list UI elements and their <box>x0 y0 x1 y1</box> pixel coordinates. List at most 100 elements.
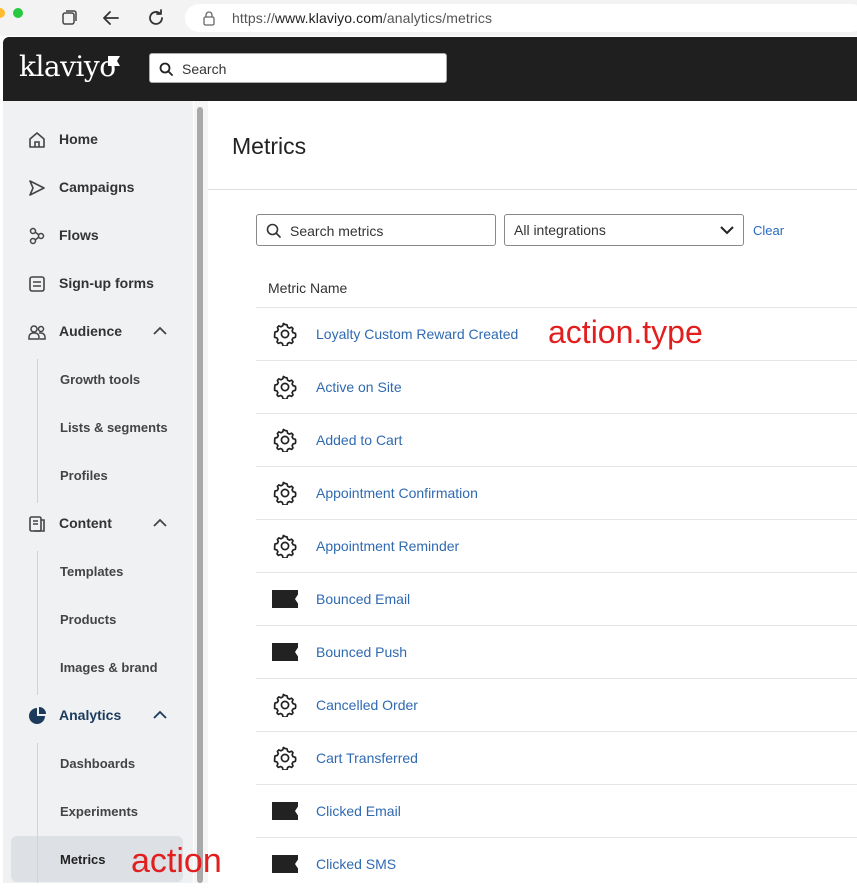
sidebar-item-home[interactable]: Home <box>3 116 193 164</box>
sidebar-item-campaigns[interactable]: Campaigns <box>3 164 193 212</box>
sidebar-item-dashboards[interactable]: Dashboards <box>3 740 193 788</box>
sidebar-subitem-label: Lists & segments <box>60 420 168 435</box>
metric-name-link[interactable]: Active on Site <box>316 379 402 395</box>
sidebar-subitem-label: Growth tools <box>60 372 141 387</box>
back-arrow-icon[interactable] <box>100 7 122 29</box>
integrations-filter-select[interactable]: All integrations <box>504 214 744 246</box>
sidebar: Home Campaigns Flows Sign-up forms Audie… <box>3 101 193 883</box>
chevron-up-icon[interactable] <box>153 518 167 528</box>
sidebar-item-products[interactable]: Products <box>3 596 193 644</box>
sidebar-item-label: Content <box>59 515 112 531</box>
sidebar-item-audience[interactable]: Audience <box>3 308 193 356</box>
send-icon <box>29 180 45 196</box>
metric-name-link[interactable]: Cart Transferred <box>316 750 418 766</box>
table-row[interactable]: Cart Transferred <box>256 731 857 784</box>
sidebar-item-lists-segments[interactable]: Lists & segments <box>3 404 193 452</box>
window-zoom-button[interactable] <box>13 8 23 18</box>
sidebar-item-label: Flows <box>59 227 99 243</box>
global-search-placeholder: Search <box>182 61 227 77</box>
browser-toolbar: https://www.klaviyo.com/analytics/metric… <box>0 0 857 36</box>
flows-icon <box>29 227 45 245</box>
gear-icon <box>273 375 297 399</box>
metric-name-link[interactable]: Bounced Email <box>316 591 410 607</box>
metric-name-link[interactable]: Clicked SMS <box>316 856 396 872</box>
annotation-row-label: action.type <box>548 314 703 350</box>
gear-icon <box>273 746 297 770</box>
form-icon <box>29 276 45 292</box>
content-icon <box>29 516 45 532</box>
metric-name-link[interactable]: Appointment Reminder <box>316 538 459 554</box>
tabs-overview-icon[interactable] <box>58 7 80 29</box>
klaviyo-flag-icon <box>272 802 298 820</box>
sidebar-item-growth-tools[interactable]: Growth tools <box>3 356 193 404</box>
people-icon <box>28 325 46 340</box>
sidebar-item-label: Audience <box>59 323 123 339</box>
sidebar-item-images-brand[interactable]: Images & brand <box>3 644 193 692</box>
sidebar-subitem-label: Experiments <box>60 804 139 819</box>
sidebar-item-signup-forms[interactable]: Sign-up forms <box>3 260 193 308</box>
sidebar-subitem-label: Dashboards <box>60 756 136 771</box>
app-header: klaviyo Search <box>3 37 857 101</box>
sidebar-item-content[interactable]: Content <box>3 500 193 548</box>
table-row[interactable]: Appointment Confirmation <box>256 466 857 519</box>
chevron-down-icon <box>720 226 734 235</box>
sidebar-subitem-label: Templates <box>60 564 124 579</box>
table-row[interactable]: Active on Site <box>256 360 857 413</box>
column-header-metric-name[interactable]: Metric Name <box>268 280 347 296</box>
klaviyo-logo[interactable]: klaviyo <box>19 50 116 83</box>
table-row[interactable]: Cancelled Order <box>256 678 857 731</box>
sidebar-scrollbar[interactable] <box>194 101 208 883</box>
metric-name-link[interactable]: Appointment Confirmation <box>316 485 478 501</box>
sidebar-item-templates[interactable]: Templates <box>3 548 193 596</box>
metric-name-link[interactable]: Clicked Email <box>316 803 401 819</box>
chevron-up-icon[interactable] <box>153 710 167 720</box>
url-path: /analytics/metrics <box>382 10 493 26</box>
search-icon <box>266 223 281 238</box>
window-minimize-button[interactable] <box>0 8 5 18</box>
gear-icon <box>273 693 297 717</box>
chevron-up-icon[interactable] <box>153 326 167 336</box>
integrations-filter-value: All integrations <box>514 222 606 238</box>
metric-name-link[interactable]: Bounced Push <box>316 644 407 660</box>
global-search-input[interactable]: Search <box>149 53 447 83</box>
sidebar-item-profiles[interactable]: Profiles <box>3 452 193 500</box>
klaviyo-flag-icon <box>272 643 298 661</box>
page-title: Metrics <box>232 133 307 159</box>
home-icon <box>29 132 45 148</box>
table-row[interactable]: Clicked SMS <box>256 837 857 890</box>
klaviyo-flag-icon <box>272 855 298 873</box>
gear-icon <box>273 428 297 452</box>
table-row[interactable]: Clicked Email <box>256 784 857 837</box>
gear-icon <box>273 481 297 505</box>
sidebar-scrollbar-thumb[interactable] <box>197 107 203 883</box>
table-row[interactable]: Bounced Email <box>256 572 857 625</box>
sidebar-item-label: Analytics <box>59 707 122 723</box>
metrics-search-placeholder: Search metrics <box>290 223 384 239</box>
sidebar-subitem-label: Metrics <box>60 852 106 867</box>
pie-chart-icon <box>29 707 46 724</box>
title-divider <box>208 189 857 190</box>
sidebar-item-flows[interactable]: Flows <box>3 212 193 260</box>
metrics-search-input[interactable]: Search metrics <box>256 214 496 246</box>
address-bar[interactable]: https://www.klaviyo.com/analytics/metric… <box>185 4 857 32</box>
reload-icon[interactable] <box>145 7 167 29</box>
clear-filters-link[interactable]: Clear <box>753 223 784 238</box>
sidebar-item-analytics[interactable]: Analytics <box>3 692 193 740</box>
klaviyo-flag-logo-icon <box>108 56 120 66</box>
sidebar-subitem-label: Images & brand <box>60 660 158 675</box>
sidebar-item-experiments[interactable]: Experiments <box>3 788 193 836</box>
sidebar-subitem-label: Products <box>60 612 117 627</box>
sidebar-item-label: Sign-up forms <box>59 275 154 291</box>
sidebar-item-label: Home <box>59 131 98 147</box>
main-content: Metrics Search metrics All integrations … <box>208 101 857 883</box>
metric-name-link[interactable]: Cancelled Order <box>316 697 418 713</box>
annotation-sidebar-label: action <box>131 842 222 880</box>
sidebar-item-label: Campaigns <box>59 179 135 195</box>
metric-name-link[interactable]: Loyalty Custom Reward Created <box>316 326 518 342</box>
table-row[interactable]: Added to Cart <box>256 413 857 466</box>
metric-name-link[interactable]: Added to Cart <box>316 432 402 448</box>
table-row[interactable]: Bounced Push <box>256 625 857 678</box>
gear-icon <box>273 534 297 558</box>
klaviyo-flag-icon <box>272 590 298 608</box>
table-row[interactable]: Appointment Reminder <box>256 519 857 572</box>
